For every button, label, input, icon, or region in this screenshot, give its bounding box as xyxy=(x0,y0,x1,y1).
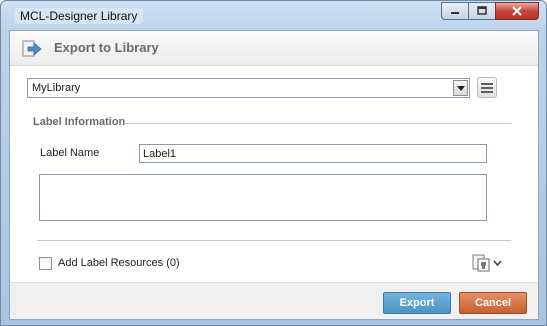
window-controls xyxy=(441,2,539,21)
label-name-caption: Label Name xyxy=(40,147,100,159)
window-title: MCL-Designer Library xyxy=(14,8,144,24)
maximize-button[interactable] xyxy=(468,2,495,20)
library-select[interactable]: MyLibrary xyxy=(27,78,470,98)
resources-dropdown-button[interactable] xyxy=(472,253,506,273)
hamburger-menu-icon xyxy=(481,82,493,85)
library-select-value: MyLibrary xyxy=(32,82,81,94)
minimize-icon xyxy=(451,12,459,14)
add-resources-checkbox[interactable] xyxy=(39,257,52,270)
group-divider xyxy=(124,123,511,124)
dialog-content: Export to Library MyLibrary Label Inform… xyxy=(9,30,539,320)
cancel-button[interactable]: Cancel xyxy=(459,292,527,314)
export-button[interactable]: Export xyxy=(383,292,451,314)
minimize-button[interactable] xyxy=(441,2,468,20)
label-name-input[interactable] xyxy=(139,144,487,163)
chevron-down-icon xyxy=(493,260,502,266)
close-button[interactable] xyxy=(495,2,539,20)
maximize-icon xyxy=(477,6,487,15)
chevron-down-icon xyxy=(456,85,465,91)
resources-icon xyxy=(472,254,490,272)
library-menu-button[interactable] xyxy=(477,77,497,98)
export-arrow-icon xyxy=(22,40,42,57)
close-icon xyxy=(512,6,522,16)
page-title: Export to Library xyxy=(54,40,159,55)
library-window: MCL-Designer Library Export to Library M… xyxy=(0,0,547,326)
dialog-header: Export to Library xyxy=(10,31,538,66)
label-information-heading: Label Information xyxy=(33,116,126,128)
dropdown-arrow-button[interactable] xyxy=(453,80,468,96)
label-description-textarea[interactable] xyxy=(39,174,487,221)
add-resources-label[interactable]: Add Label Resources (0) xyxy=(58,257,180,269)
title-bar[interactable]: MCL-Designer Library xyxy=(1,1,546,30)
dialog-footer: Export Cancel xyxy=(10,282,538,319)
section-divider xyxy=(37,240,511,241)
